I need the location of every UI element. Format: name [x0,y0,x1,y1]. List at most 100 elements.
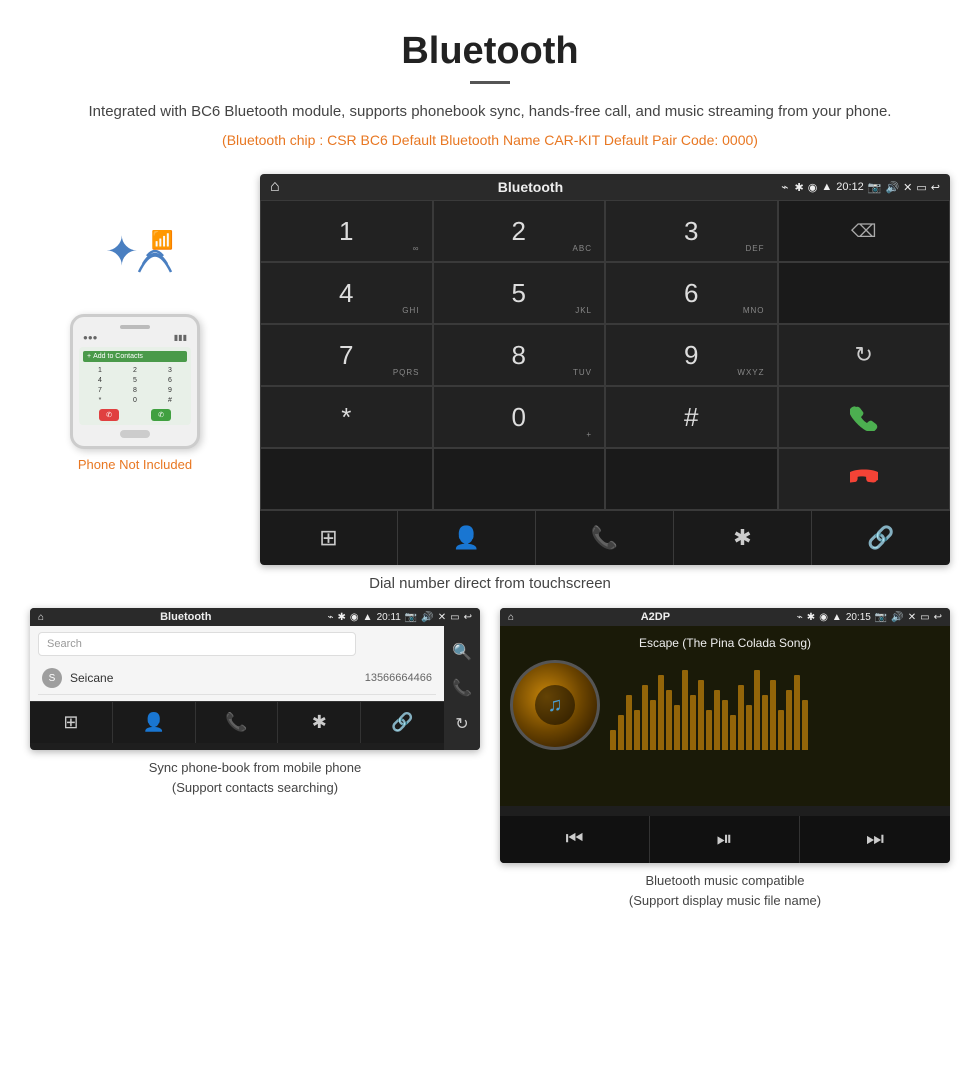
dialpad-bottom-bar: ⊞ 👤 📞 ✱ 🔗 [260,510,950,565]
music-back-icon: ↩ [934,612,942,623]
bluetooth-music-icon: ♫ [548,694,563,717]
viz-bar [666,690,672,750]
phone-carrier: ●●● [83,333,98,342]
dial-endcall-btn[interactable] [778,448,951,510]
music-time: 20:15 [846,612,871,623]
music-win-icon: ▭ [920,612,929,623]
dialpad-grid-icon[interactable]: ⊞ [260,511,398,565]
close-icon: ✕ [903,181,912,194]
home-icon[interactable]: ⌂ [270,178,280,196]
phonebook-search-box[interactable]: Search [38,632,356,656]
time-display: 20:12 [836,181,864,193]
backspace-icon[interactable]: ⌫ [851,221,876,242]
viz-bar [730,715,736,750]
contact-number: 13566664466 [365,672,432,684]
header-description: Integrated with BC6 Bluetooth module, su… [80,100,900,124]
phonebook-caption: Sync phone-book from mobile phone(Suppor… [149,758,361,797]
dial-refresh-btn[interactable]: ↻ [778,324,951,386]
dial-key-5[interactable]: 5JKL [433,262,606,324]
music-bt-icon: ✱ [807,612,815,623]
dial-key-2[interactable]: 2ABC [433,200,606,262]
music-controls-bar: ⏮ ⏯ ⏭ [500,816,950,863]
phonebook-screen: ⌂ Bluetooth ⌁ ✱ ◉ ▲ 20:11 📷 🔊 ✕ ▭ ↩ Sear… [30,608,480,750]
dialpad-phone-icon[interactable]: 📞 [536,511,674,565]
phone-mockup: ●●● ▮▮▮ +Add to Contacts 123 456 789 *0#… [70,314,200,449]
play-pause-btn[interactable]: ⏯ [650,816,800,863]
pb-call-right-icon[interactable]: 📞 [452,670,472,706]
album-art-inner: ♫ [535,685,575,725]
car-screen-title: Bluetooth [286,179,776,195]
dialpad-row-3: 7PQRS 8TUV 9WXYZ ↻ [260,324,950,386]
music-screen-block: ⌂ A2DP ⌁ ✱ ◉ ▲ 20:15 📷 🔊 ✕ ▭ ↩ Escape (T… [500,608,950,910]
dialpad-row-2: 4GHI 5JKL 6MNO [260,262,950,324]
viz-bar [634,710,640,750]
pb-grid-icon[interactable]: ⊞ [30,702,113,743]
viz-bar [698,680,704,750]
page-header: Bluetooth Integrated with BC6 Bluetooth … [0,0,980,174]
music-home-icon[interactable]: ⌂ [508,612,514,623]
phone-call-btn: ✆ [151,409,171,421]
pb-home-icon[interactable]: ⌂ [38,612,44,623]
dial-key-9[interactable]: 9WXYZ [605,324,778,386]
prev-track-btn[interactable]: ⏮ [500,816,650,863]
dial-key-star[interactable]: * [260,386,433,448]
svg-text:📶: 📶 [151,229,173,250]
pb-user-icon[interactable]: 👤 [113,702,196,743]
dialpad-contacts-icon[interactable]: 👤 [398,511,536,565]
dial-display-area: ⌫ [778,200,951,262]
viz-bar [754,670,760,750]
phonebook-bottom-bar: ⊞ 👤 📞 ✱ 🔗 [30,701,444,743]
dial-empty-51 [260,448,433,510]
dial-key-1[interactable]: 1∞ [260,200,433,262]
music-caption: Bluetooth music compatible(Support displ… [629,871,821,910]
pb-win-icon: ▭ [450,612,459,623]
phonebook-screen-block: ⌂ Bluetooth ⌁ ✱ ◉ ▲ 20:11 📷 🔊 ✕ ▭ ↩ Sear… [30,608,480,910]
viz-bar [626,695,632,750]
music-screen-title: A2DP [518,611,793,623]
dial-key-0[interactable]: 0+ [433,386,606,448]
car-dialpad-screen: ⌂ Bluetooth ⌁ ✱ ◉ ▲ 20:12 📷 🔊 ✕ ▭ ↩ 1∞ 2… [260,174,950,565]
dialpad-bluetooth-icon[interactable]: ✱ [674,511,812,565]
contact-name: Seicane [70,671,365,685]
pb-phone-icon[interactable]: 📞 [196,702,279,743]
dial-key-6[interactable]: 6MNO [605,262,778,324]
car-dialpad-statusbar: ⌂ Bluetooth ⌁ ✱ ◉ ▲ 20:12 📷 🔊 ✕ ▭ ↩ [260,174,950,200]
bottom-screenshots-row: ⌂ Bluetooth ⌁ ✱ ◉ ▲ 20:11 📷 🔊 ✕ ▭ ↩ Sear… [0,608,980,910]
dial-call-btn[interactable] [778,386,951,448]
music-cam-icon: 📷 [875,612,887,623]
music-player-area: ♫ [510,660,940,750]
music-content-area: Escape (The Pina Colada Song) ♫ [500,626,950,806]
dialpad-link-icon[interactable]: 🔗 [812,511,950,565]
phone-home-button [120,430,150,438]
next-track-btn[interactable]: ⏭ [800,816,950,863]
pb-refresh-right-icon[interactable]: ↻ [455,706,468,742]
dial-key-8[interactable]: 8TUV [433,324,606,386]
pb-screen-title: Bluetooth [48,611,323,623]
dial-key-4[interactable]: 4GHI [260,262,433,324]
phone-end-call-btn: ✆ [99,409,119,421]
pb-search-right-icon[interactable]: 🔍 [452,634,472,670]
pb-usb-icon: ⌁ [328,612,334,623]
phone-screen: +Add to Contacts 123 456 789 *0# ✆ ✆ [79,347,191,425]
viz-bar [642,685,648,750]
phone-action-buttons: ✆ ✆ [83,409,187,421]
dial-key-7[interactable]: 7PQRS [260,324,433,386]
viz-bar [794,675,800,750]
viz-bar [786,690,792,750]
pb-time: 20:11 [377,612,401,623]
phone-sidebar: ✦ 📶 ●●● ▮▮▮ +Add to Contacts [30,174,240,565]
volume-icon: 🔊 [885,181,899,194]
contact-row-seicane[interactable]: S Seicane 13566664466 [38,662,436,695]
phonebook-main: Search S Seicane 13566664466 ⊞ 👤 📞 ✱ 🔗 [30,626,444,750]
dial-key-hash[interactable]: # [605,386,778,448]
viz-bar [778,710,784,750]
pb-link-icon[interactable]: 🔗 [361,702,444,743]
pb-bt-bottom-icon[interactable]: ✱ [278,702,361,743]
usb-icon: ⌁ [781,180,788,194]
wifi-waves-icon: 📶 [135,224,175,281]
window-icon: ▭ [916,181,926,194]
viz-bar [650,700,656,750]
song-title: Escape (The Pina Colada Song) [639,636,811,650]
dial-key-3[interactable]: 3DEF [605,200,778,262]
dial-empty-52 [433,448,606,510]
